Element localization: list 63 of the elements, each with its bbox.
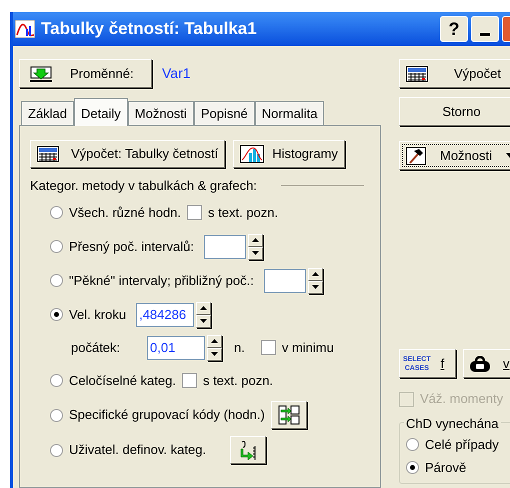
option-label: Specifické grupovací kódy (hodn.) — [69, 406, 265, 424]
tab[interactable]: Základ — [21, 101, 74, 125]
tab[interactable]: Detaily — [74, 98, 128, 126]
number-field[interactable] — [204, 234, 246, 258]
radio-button[interactable] — [50, 408, 63, 422]
tab[interactable]: Možnosti — [128, 101, 194, 125]
checkbox[interactable] — [260, 340, 276, 355]
spin-buttons[interactable] — [207, 334, 222, 360]
hammer-icon — [406, 146, 426, 164]
spin-buttons[interactable] — [248, 234, 264, 260]
option-label: Celé případy — [425, 436, 499, 454]
options-button[interactable]: Možnosti — [399, 141, 510, 170]
number-field[interactable]: 0,01 — [147, 336, 205, 360]
variable-name: Var1 — [162, 64, 191, 83]
chart-icon — [15, 20, 35, 38]
number-field[interactable] — [264, 268, 306, 292]
unit-label: n. — [234, 338, 245, 357]
histograms-button[interactable]: Histogramy — [233, 140, 345, 168]
radio-button[interactable] — [50, 240, 63, 253]
tab[interactable]: Normalita — [254, 101, 324, 125]
weight-icon — [469, 356, 491, 372]
option-label: Párově — [425, 458, 466, 477]
weight-button[interactable]: v — [463, 349, 510, 378]
window-title: Tabulky četností: Tabulka1 — [41, 18, 257, 40]
help-button[interactable]: ? — [440, 16, 468, 42]
option-label: Všech. různé hodn. — [69, 204, 182, 222]
spin-buttons[interactable] — [196, 302, 212, 328]
option-label: Vel. kroku — [69, 306, 126, 324]
calculator-icon — [37, 146, 59, 162]
define-categories-button[interactable] — [230, 436, 266, 464]
option-label: "Pěkné" intervaly; přibližný poč.: — [69, 272, 254, 290]
section-label: Kategor. metody v tabulkách & grafech: — [30, 177, 257, 195]
option-label: Uživatel. definov. kateg. — [69, 441, 206, 460]
calculator-icon — [406, 66, 428, 82]
radio-button[interactable] — [50, 444, 63, 456]
radio-button[interactable] — [406, 438, 419, 451]
tab[interactable]: Popisné — [194, 101, 255, 125]
checkbox-label: s text. pozn. — [202, 372, 274, 390]
variables-button[interactable]: Proměnné: — [19, 59, 152, 88]
radio-button[interactable] — [50, 308, 63, 321]
download-icon — [30, 66, 52, 82]
grouping-codes-button[interactable] — [270, 401, 307, 429]
checkbox[interactable] — [187, 205, 202, 220]
spin-buttons[interactable] — [308, 268, 323, 294]
radio-button[interactable] — [406, 461, 419, 474]
checkbox[interactable] — [182, 373, 197, 388]
start-label: počátek: — [71, 338, 122, 357]
cancel-button[interactable]: Storno — [399, 97, 510, 126]
histogram-icon — [240, 145, 264, 163]
grid-arrows-icon — [278, 405, 300, 425]
radio-button[interactable] — [50, 274, 63, 287]
minimize-button[interactable] — [471, 16, 499, 42]
weighted-moments-label: Váž. momenty — [420, 390, 504, 408]
checkbox-label: v minimu — [282, 338, 334, 357]
radio-button[interactable] — [50, 374, 63, 387]
number-field[interactable]: ,484286 — [136, 302, 194, 326]
option-label: Celočíselné kateg. — [69, 372, 176, 390]
calculate-tables-button[interactable]: Výpočet: Tabulky četností — [30, 140, 226, 168]
calculate-button[interactable]: Výpočet — [399, 59, 510, 88]
arrow-ruler-icon — [239, 440, 258, 460]
radio-button[interactable] — [50, 206, 63, 219]
option-label: Přesný poč. intervalů: — [69, 238, 194, 256]
checkbox-label: s text. pozn. — [208, 204, 278, 222]
